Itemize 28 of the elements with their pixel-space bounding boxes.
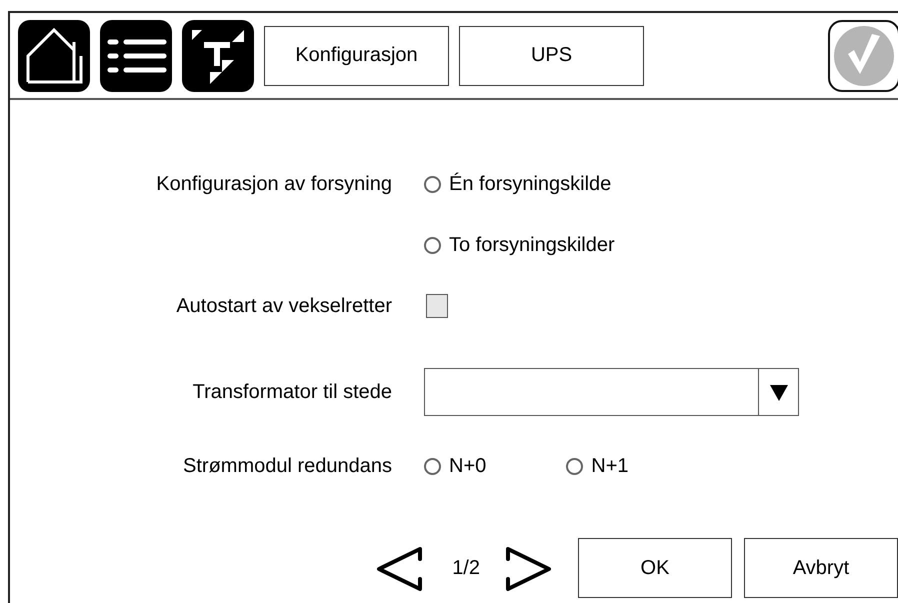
radio-option[interactable]: N+0 — [424, 454, 486, 478]
checkbox[interactable] — [426, 294, 448, 318]
page-indicator: 1/2 — [452, 556, 480, 580]
tab[interactable]: Konfigurasjon — [264, 26, 449, 86]
radio-button[interactable] — [566, 458, 584, 474]
menu-button[interactable] — [100, 20, 172, 92]
dialog-button[interactable]: Avbryt — [744, 538, 898, 598]
radio-option[interactable]: N+1 — [566, 454, 628, 478]
next-icon[interactable] — [506, 545, 552, 591]
field-label: Transformator til stede — [192, 380, 392, 402]
tools-button[interactable] — [182, 20, 254, 92]
previous-icon[interactable] — [376, 545, 422, 591]
field-label: Autostart av vekselretter — [176, 294, 392, 316]
dropdown[interactable] — [424, 368, 799, 416]
field-label: Strømmodul redundans — [183, 454, 392, 476]
home-icon — [18, 20, 90, 92]
dropdown-arrow-icon — [768, 382, 788, 402]
radio-button[interactable] — [424, 236, 441, 254]
menu-icon — [100, 20, 172, 92]
radio-button[interactable] — [424, 176, 441, 192]
diagram-icon — [182, 20, 254, 92]
home-button[interactable] — [18, 20, 90, 92]
field-label: Konfigurasjon av forsyning — [156, 172, 392, 194]
radio-button[interactable] — [424, 458, 441, 474]
option-label: N+0 — [449, 454, 486, 478]
option-label: N+1 — [591, 454, 628, 478]
dialog-button[interactable]: OK — [578, 538, 732, 598]
tab[interactable]: UPS — [459, 26, 644, 86]
